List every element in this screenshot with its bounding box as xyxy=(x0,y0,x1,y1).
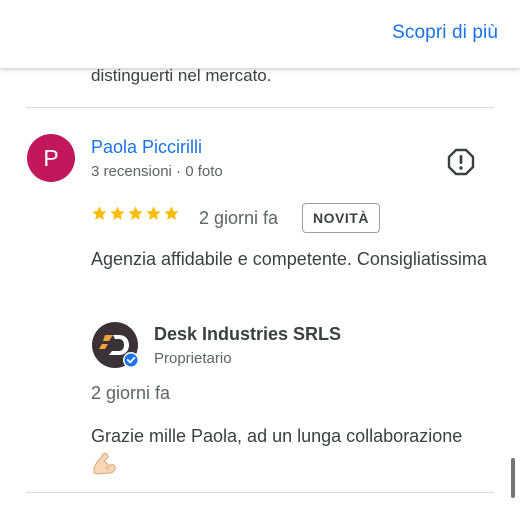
reviewer-avatar[interactable]: P xyxy=(27,134,75,182)
review-divider-top xyxy=(26,107,494,108)
review-time: 2 giorni fa xyxy=(199,208,279,228)
learn-more-link[interactable]: Scopri di più xyxy=(392,22,498,44)
star-icon xyxy=(128,206,143,220)
reply-time: 2 giorni fa xyxy=(91,383,171,403)
scrollbar-thumb[interactable] xyxy=(511,458,515,498)
report-icon[interactable] xyxy=(447,148,475,176)
star-icon xyxy=(110,206,125,220)
owner-logo-icon xyxy=(92,322,139,368)
star-icon xyxy=(146,206,161,220)
star-icon xyxy=(92,206,107,220)
star-rating xyxy=(91,205,180,222)
reply-text: Grazie mille Paola, ad un lunga collabor… xyxy=(91,426,463,446)
review-text: Agenzia affidabile e competente. Consigl… xyxy=(91,249,487,269)
new-badge: NOVITÀ xyxy=(302,203,380,233)
reviewer-meta: 3 recensioni · 0 foto xyxy=(91,163,223,180)
star-icon xyxy=(164,206,179,220)
top-bar: Scopri di più xyxy=(0,0,520,68)
reviewer-name[interactable]: Paola Piccirilli xyxy=(91,137,202,158)
review-divider-bottom xyxy=(26,492,494,493)
previous-review-text: distinguerti nel mercato. xyxy=(91,66,272,85)
owner-name[interactable]: Desk Industries SRLS xyxy=(154,324,341,345)
owner-role: Proprietario xyxy=(154,350,232,367)
flexed-biceps-icon xyxy=(93,452,116,475)
